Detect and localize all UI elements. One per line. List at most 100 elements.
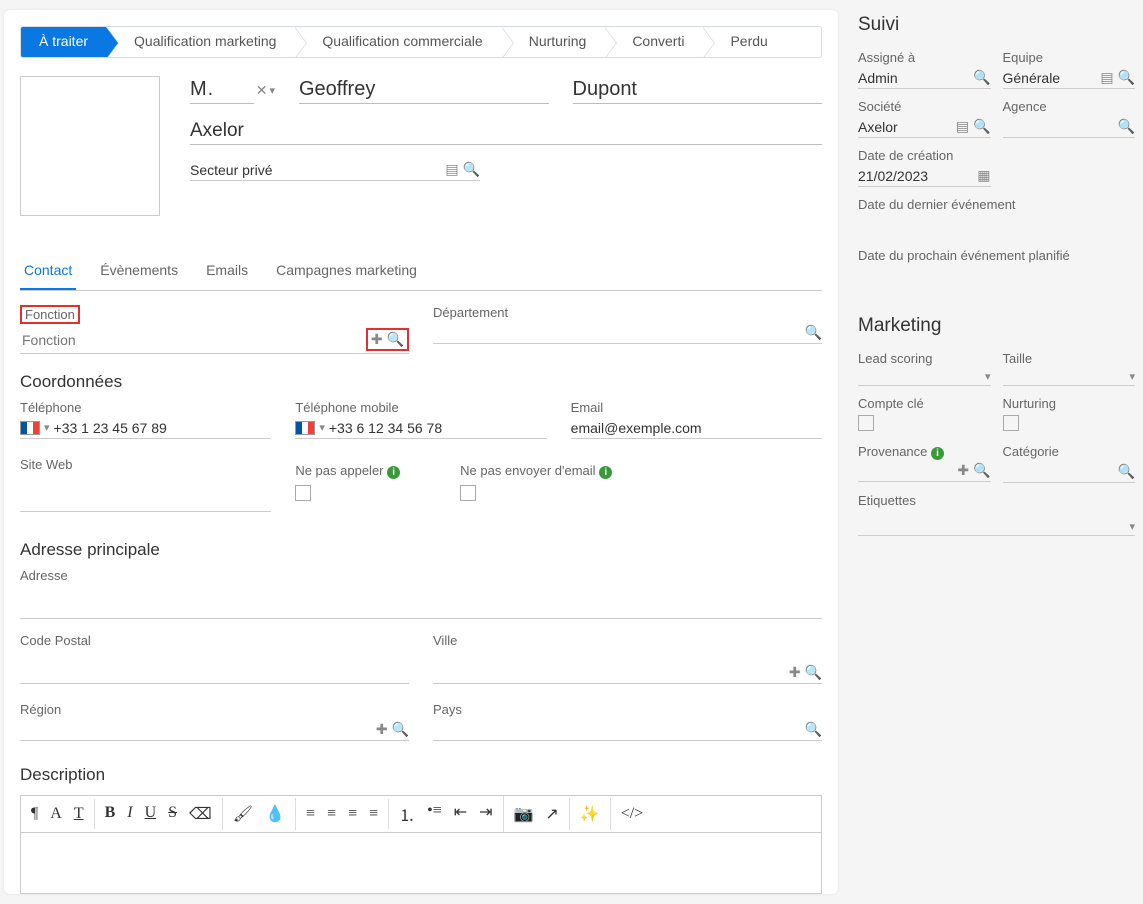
search-icon[interactable]: 🔍 <box>805 324 822 341</box>
team-value[interactable]: Générale <box>1003 70 1097 86</box>
section-title-suivi: Suivi <box>858 14 1139 36</box>
step-label: Perdu <box>730 33 767 49</box>
flag-fr-icon[interactable] <box>20 421 40 435</box>
wand-icon[interactable]: ✨ <box>574 802 606 826</box>
nomail-checkbox[interactable] <box>460 485 476 501</box>
tab-emails[interactable]: Emails <box>202 256 252 290</box>
outdent-icon[interactable]: ⇤ <box>448 800 473 828</box>
plus-icon[interactable]: ✚ <box>376 721 388 738</box>
company-label: Société <box>858 99 991 114</box>
tags-dropdown[interactable]: ▾ <box>858 518 1135 536</box>
info-icon[interactable]: i <box>387 466 400 479</box>
agency-label: Agence <box>1003 99 1136 114</box>
step-qualif-commerciale[interactable]: Qualification commerciale <box>294 27 500 57</box>
step-qualif-marketing[interactable]: Qualification marketing <box>106 27 294 57</box>
align-center-icon[interactable]: ≡ <box>321 803 342 825</box>
strike-icon[interactable]: S <box>162 802 183 826</box>
salutation-input[interactable] <box>190 76 254 104</box>
bold-icon[interactable]: B <box>99 802 122 826</box>
ville-label: Ville <box>433 633 822 648</box>
tags-label: Etiquettes <box>858 493 1135 508</box>
tab-campagnes[interactable]: Campagnes marketing <box>272 256 421 290</box>
italic-icon[interactable]: I <box>121 802 138 826</box>
underline-icon[interactable]: U <box>139 802 163 826</box>
chevron-down-icon: ▾ <box>1129 370 1135 383</box>
font-icon[interactable]: A <box>44 803 68 825</box>
flag-fr-icon[interactable] <box>295 421 315 435</box>
chevron-down-icon: ▾ <box>1129 520 1135 533</box>
assignee-value[interactable]: Admin <box>858 70 969 86</box>
first-name-input[interactable] <box>299 76 549 104</box>
paint-icon[interactable]: 🖌 <box>227 802 259 826</box>
section-title-coordonnees: Coordonnées <box>20 372 822 392</box>
paragraph-icon[interactable]: ¶ <box>25 803 44 825</box>
search-icon[interactable]: 🔍 <box>387 331 404 348</box>
document-icon[interactable]: ▤ <box>956 118 969 135</box>
nocall-checkbox[interactable] <box>295 485 311 501</box>
textsize-icon[interactable]: T <box>68 803 90 825</box>
telephone-value[interactable]: +33 1 23 45 67 89 <box>54 420 272 436</box>
code-icon[interactable]: </> <box>615 803 650 825</box>
list-ordered-icon[interactable]: ⒈ <box>393 800 421 828</box>
clear-icon[interactable]: ✕ <box>256 82 268 99</box>
plus-icon[interactable]: ✚ <box>789 664 801 681</box>
nurturing-checkbox[interactable] <box>1003 415 1019 431</box>
clearformat-icon[interactable]: ⌫ <box>183 802 218 826</box>
sector-value: Secteur privé <box>190 162 441 178</box>
category-label: Catégorie <box>1003 444 1136 459</box>
company-input[interactable] <box>190 118 822 145</box>
nurturing-label: Nurturing <box>1003 396 1136 411</box>
chevron-down-icon[interactable]: ▾ <box>319 421 325 434</box>
indent-icon[interactable]: ⇥ <box>473 800 498 828</box>
chevron-down-icon[interactable]: ▾ <box>269 84 275 97</box>
last-name-input[interactable] <box>573 76 823 104</box>
search-icon[interactable]: 🔍 <box>1118 118 1135 135</box>
link-icon[interactable]: ↗ <box>539 802 564 826</box>
calendar-icon[interactable]: ▦ <box>977 167 990 184</box>
fonction-input[interactable] <box>20 331 362 349</box>
tab-evenements[interactable]: Évènements <box>96 256 182 290</box>
list-unordered-icon[interactable]: •≡ <box>421 800 448 828</box>
align-justify-icon[interactable]: ≡ <box>363 803 384 825</box>
mobile-label: Téléphone mobile <box>295 400 546 415</box>
search-icon[interactable]: 🔍 <box>973 118 990 135</box>
search-icon[interactable]: 🔍 <box>805 664 822 681</box>
email-value[interactable]: email@exemple.com <box>571 420 822 436</box>
align-right-icon[interactable]: ≡ <box>342 803 363 825</box>
company-value[interactable]: Axelor <box>858 119 952 135</box>
plus-icon[interactable]: ✚ <box>957 462 969 479</box>
search-icon[interactable]: 🔍 <box>1118 69 1135 86</box>
search-icon[interactable]: 🔍 <box>805 721 822 738</box>
photo-placeholder[interactable] <box>20 76 160 216</box>
created-value[interactable]: 21/02/2023 <box>858 168 973 184</box>
search-icon[interactable]: 🔍 <box>973 69 990 86</box>
info-icon[interactable]: i <box>599 466 612 479</box>
document-icon[interactable]: ▤ <box>1100 69 1113 86</box>
main-card: À traiter Qualification marketing Qualif… <box>4 10 838 894</box>
step-a-traiter[interactable]: À traiter <box>21 27 106 57</box>
rte-textarea[interactable] <box>21 833 821 893</box>
size-dropdown[interactable]: ▾ <box>1003 368 1136 386</box>
tab-contact[interactable]: Contact <box>20 256 76 290</box>
rich-text-editor: ¶ A T B I U S ⌫ 🖌 💧 ≡ ≡ <box>20 795 822 894</box>
info-icon[interactable]: i <box>931 447 944 460</box>
drop-icon[interactable]: 💧 <box>259 802 291 826</box>
align-left-icon[interactable]: ≡ <box>300 803 321 825</box>
email-label: Email <box>571 400 822 415</box>
team-label: Equipe <box>1003 50 1136 65</box>
search-icon[interactable]: 🔍 <box>1118 463 1135 480</box>
step-converti[interactable]: Converti <box>604 27 702 57</box>
key-account-checkbox[interactable] <box>858 415 874 431</box>
document-icon[interactable]: ▤ <box>445 161 458 178</box>
mobile-value[interactable]: +33 6 12 34 56 78 <box>329 420 547 436</box>
step-nurturing[interactable]: Nurturing <box>501 27 605 57</box>
chevron-down-icon[interactable]: ▾ <box>44 421 50 434</box>
plus-icon[interactable]: ✚ <box>371 331 383 348</box>
step-label: Qualification commerciale <box>322 33 482 49</box>
search-icon[interactable]: 🔍 <box>392 721 409 738</box>
camera-icon[interactable]: 📷 <box>508 802 540 826</box>
search-icon[interactable]: 🔍 <box>463 161 480 178</box>
pays-label: Pays <box>433 702 822 717</box>
score-dropdown[interactable]: ▾ <box>858 368 991 386</box>
search-icon[interactable]: 🔍 <box>973 462 990 479</box>
